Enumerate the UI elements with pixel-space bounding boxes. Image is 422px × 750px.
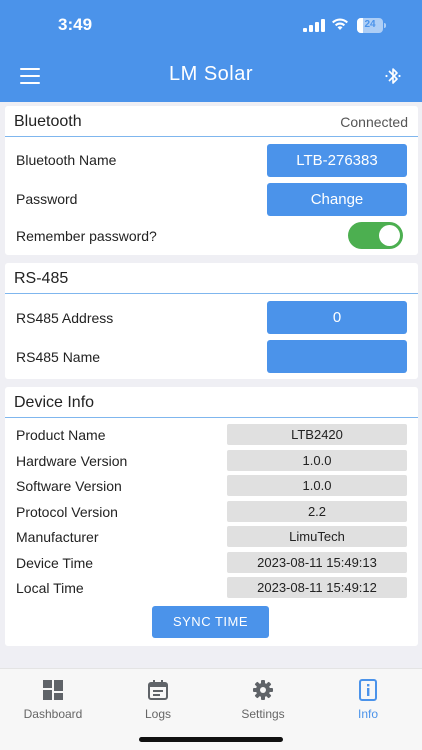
gear-icon bbox=[253, 680, 273, 700]
bluetooth-heading: Bluetooth bbox=[14, 113, 82, 130]
info-value: 1.0.0 bbox=[227, 475, 407, 496]
rs485-name-field[interactable] bbox=[267, 340, 407, 373]
rs485-name-label: RS485 Name bbox=[16, 349, 101, 365]
password-label: Password bbox=[16, 191, 78, 207]
battery-icon: 24 bbox=[357, 18, 387, 33]
bluetooth-name-label: Bluetooth Name bbox=[16, 152, 117, 168]
info-label: Protocol Version bbox=[16, 504, 118, 520]
device-info-heading: Device Info bbox=[14, 394, 95, 411]
device-info-card-header: Device Info bbox=[5, 387, 418, 418]
info-label: Manufacturer bbox=[16, 529, 99, 545]
remember-password-toggle[interactable] bbox=[348, 222, 403, 249]
home-indicator bbox=[139, 737, 283, 742]
change-password-button[interactable]: Change bbox=[267, 183, 407, 216]
tab-settings[interactable]: Settings bbox=[213, 677, 313, 727]
tab-label: Info bbox=[357, 707, 378, 721]
info-value: LimuTech bbox=[227, 526, 407, 547]
info-label: Software Version bbox=[16, 478, 122, 494]
info-label: Local Time bbox=[16, 580, 84, 596]
device-info-card: Device Info Product Name LTB2420 Hardwar… bbox=[5, 387, 418, 646]
battery-level: 24 bbox=[364, 19, 376, 30]
rs485-card-header: RS-485 bbox=[5, 263, 418, 294]
sync-time-button[interactable]: SYNC TIME bbox=[152, 606, 269, 638]
tab-dashboard[interactable]: Dashboard bbox=[3, 677, 103, 727]
remember-password-label: Remember password? bbox=[16, 228, 157, 244]
status-time: 3:49 bbox=[58, 15, 93, 34]
bluetooth-name-button[interactable]: LTB-276383 bbox=[267, 144, 407, 177]
rs485-card: RS-485 RS485 Address 0 RS485 Name bbox=[5, 263, 418, 379]
tab-info[interactable]: Info bbox=[318, 677, 418, 727]
info-value: 2023-08-11 15:49:13 bbox=[227, 552, 407, 573]
bluetooth-card-header: Bluetooth Connected bbox=[5, 106, 418, 137]
app-title: LM Solar bbox=[168, 63, 254, 85]
tab-label: Settings bbox=[241, 707, 285, 721]
info-value: 2.2 bbox=[227, 501, 407, 522]
info-value: LTB2420 bbox=[227, 424, 407, 445]
tab-label: Dashboard bbox=[23, 707, 83, 721]
wifi-icon bbox=[332, 18, 348, 30]
info-label: Device Time bbox=[16, 555, 94, 571]
rs485-address-field[interactable]: 0 bbox=[267, 301, 407, 334]
signal-icon bbox=[303, 19, 325, 32]
rs485-heading: RS-485 bbox=[14, 270, 69, 287]
info-label: Hardware Version bbox=[16, 453, 128, 469]
status-bar: 3:49 24 bbox=[0, 0, 422, 50]
rs485-address-label: RS485 Address bbox=[16, 310, 114, 326]
bluetooth-icon[interactable] bbox=[384, 66, 402, 86]
tab-label: Logs bbox=[144, 707, 172, 721]
info-value: 1.0.0 bbox=[227, 450, 407, 471]
tab-logs[interactable]: Logs bbox=[108, 677, 208, 727]
bluetooth-card: Bluetooth Connected Bluetooth Name LTB-2… bbox=[5, 106, 418, 255]
dashboard-icon bbox=[43, 680, 63, 700]
info-value: 2023-08-11 15:49:12 bbox=[227, 577, 407, 598]
info-label: Product Name bbox=[16, 427, 106, 443]
app-header: 3:49 24 LM Solar bbox=[0, 0, 422, 102]
info-icon bbox=[359, 679, 377, 701]
logs-icon bbox=[148, 680, 168, 700]
connection-status: Connected bbox=[340, 114, 408, 130]
